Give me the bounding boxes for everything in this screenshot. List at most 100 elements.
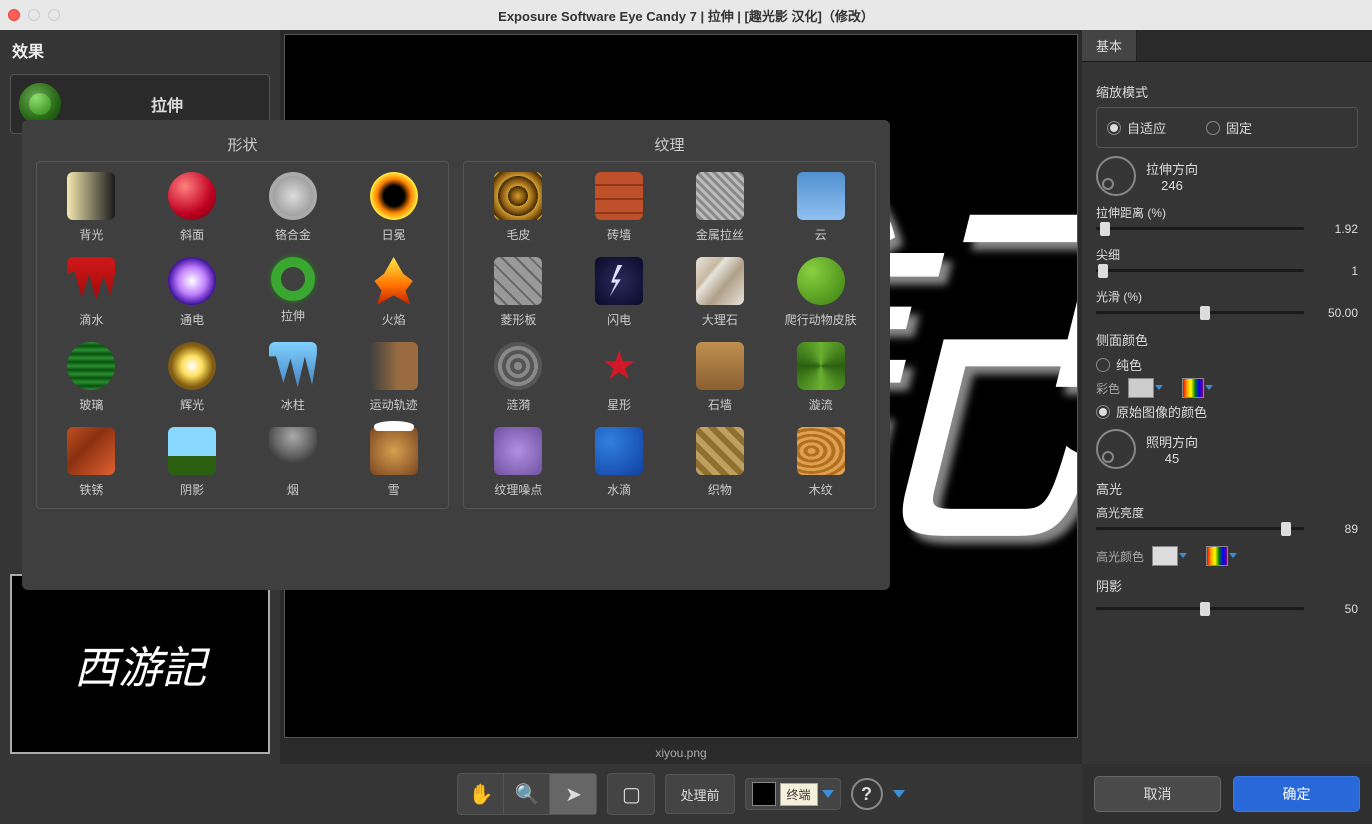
pointer-tool-icon[interactable]: ➤ (550, 774, 596, 814)
texture-item-14[interactable]: 织物 (672, 427, 769, 498)
effects-header: 效果 (0, 30, 280, 70)
radio-adaptive[interactable]: 自适应 (1107, 118, 1166, 137)
fg-color-swatch[interactable] (752, 782, 776, 806)
texture-item-1[interactable]: 砖墙 (571, 172, 668, 243)
texture-label: 星形 (607, 396, 631, 413)
texture-item-11[interactable]: 漩流 (772, 342, 869, 413)
shape-label: 日冕 (382, 226, 406, 243)
before-button[interactable]: 处理前 (665, 774, 734, 814)
zoom-tool-icon[interactable]: 🔍 (504, 774, 550, 814)
shape-item-4[interactable]: 滴水 (43, 257, 140, 328)
texture-label: 大理石 (702, 311, 738, 328)
shape-item-2[interactable]: 铬合金 (245, 172, 342, 243)
shape-item-0[interactable]: 背光 (43, 172, 140, 243)
fg-bg-selector[interactable]: 终端 (745, 778, 841, 810)
shape-item-11[interactable]: 运动轨迹 (345, 342, 442, 413)
texture-item-9[interactable]: ★ 星形 (571, 342, 668, 413)
maximize-window-icon[interactable] (48, 9, 60, 21)
highlight-color-row: 高光颜色 (1096, 546, 1358, 566)
shape-item-3[interactable]: 日冕 (345, 172, 442, 243)
highlight-title: 高光 (1096, 479, 1358, 498)
shape-icon (269, 172, 317, 220)
shape-item-7[interactable]: 火焰 (345, 257, 442, 328)
radio-fixed[interactable]: 固定 (1206, 118, 1252, 137)
current-effect-label: 拉伸 (73, 92, 261, 116)
texture-icon (494, 172, 542, 220)
texture-item-15[interactable]: 木纹 (772, 427, 869, 498)
direction-label: 拉伸方向 (1146, 159, 1198, 178)
shape-item-5[interactable]: 通电 (144, 257, 241, 328)
radio-solid-color[interactable]: 纯色 (1096, 355, 1358, 374)
texture-label: 毛皮 (506, 226, 530, 243)
close-window-icon[interactable] (8, 9, 20, 21)
texture-icon (696, 172, 744, 220)
cancel-button[interactable]: 取消 (1094, 776, 1221, 812)
shape-item-14[interactable]: 烟 (245, 427, 342, 498)
light-dir-value: 45 (1146, 451, 1198, 466)
texture-label: 水滴 (607, 481, 631, 498)
tool-group-nav: ✋ 🔍 ➤ (457, 773, 597, 815)
help-icon[interactable]: ? (851, 778, 883, 810)
shapes-section-title: 形状 (36, 134, 449, 155)
texture-item-4[interactable]: 菱形板 (470, 257, 567, 328)
shape-item-15[interactable]: 雪 (345, 427, 442, 498)
tab-basic[interactable]: 基本 (1082, 30, 1137, 61)
texture-item-6[interactable]: 大理石 (672, 257, 769, 328)
texture-label: 木纹 (809, 481, 833, 498)
shape-icon (269, 427, 317, 475)
texture-icon (696, 257, 744, 305)
color-swatch[interactable] (1128, 378, 1154, 398)
shape-item-13[interactable]: 阴影 (144, 427, 241, 498)
shape-item-6[interactable]: 拉伸 (245, 257, 342, 328)
help-dropdown-icon[interactable] (893, 790, 905, 798)
shape-item-8[interactable]: 玻璃 (43, 342, 140, 413)
texture-item-0[interactable]: 毛皮 (470, 172, 567, 243)
shape-label: 铁锈 (79, 481, 103, 498)
highlight-brightness-slider[interactable]: 高光亮度 89 (1096, 504, 1358, 536)
shape-icon (67, 342, 115, 390)
direction-control[interactable]: 拉伸方向 246 (1096, 156, 1358, 196)
texture-item-2[interactable]: 金属拉丝 (672, 172, 769, 243)
direction-value: 246 (1146, 178, 1198, 193)
texture-label: 云 (815, 226, 827, 243)
texture-icon (595, 172, 643, 220)
shape-label: 拉伸 (281, 307, 305, 324)
terminal-label: 终端 (780, 783, 818, 806)
tile-view-icon[interactable]: ▢ (608, 774, 654, 814)
texture-item-10[interactable]: 石墙 (672, 342, 769, 413)
slider-2[interactable]: 光滑 (%) 50.00 (1096, 288, 1358, 320)
highlight-color-swatch[interactable] (1152, 546, 1178, 566)
tool-group-tile: ▢ (607, 773, 655, 815)
texture-item-12[interactable]: 纹理噪点 (470, 427, 567, 498)
radio-original-color[interactable]: 原始图像的颜色 (1096, 402, 1358, 421)
slider-0[interactable]: 拉伸距离 (%) 1.92 (1096, 204, 1358, 236)
light-dial-icon[interactable] (1096, 429, 1136, 469)
texture-icon (494, 427, 542, 475)
minimize-window-icon[interactable] (28, 9, 40, 21)
direction-dial-icon[interactable] (1096, 156, 1136, 196)
texture-icon (797, 257, 845, 305)
texture-icon (494, 257, 542, 305)
radio-on-icon (1096, 405, 1110, 419)
shape-item-10[interactable]: 冰柱 (245, 342, 342, 413)
ok-button[interactable]: 确定 (1233, 776, 1360, 812)
shape-item-1[interactable]: 斜面 (144, 172, 241, 243)
light-direction-control[interactable]: 照明方向 45 (1096, 429, 1358, 469)
slider-1[interactable]: 尖细 1 (1096, 246, 1358, 278)
texture-label: 菱形板 (500, 311, 536, 328)
texture-item-8[interactable]: 涟漪 (470, 342, 567, 413)
shape-item-12[interactable]: 铁锈 (43, 427, 140, 498)
texture-item-7[interactable]: 爬行动物皮肤 (772, 257, 869, 328)
texture-item-13[interactable]: 水滴 (571, 427, 668, 498)
texture-item-5[interactable]: 闪电 (571, 257, 668, 328)
texture-icon: ★ (595, 342, 643, 390)
scale-mode-group: 自适应 固定 (1096, 107, 1358, 148)
shape-icon (67, 427, 115, 475)
shadow-slider[interactable]: 50 (1096, 601, 1358, 616)
highlight-color-label: 高光颜色 (1096, 548, 1144, 565)
texture-item-3[interactable]: 云 (772, 172, 869, 243)
color-palette-icon[interactable] (1182, 378, 1204, 398)
hand-tool-icon[interactable]: ✋ (458, 774, 504, 814)
shape-item-9[interactable]: 辉光 (144, 342, 241, 413)
highlight-palette-icon[interactable] (1206, 546, 1228, 566)
